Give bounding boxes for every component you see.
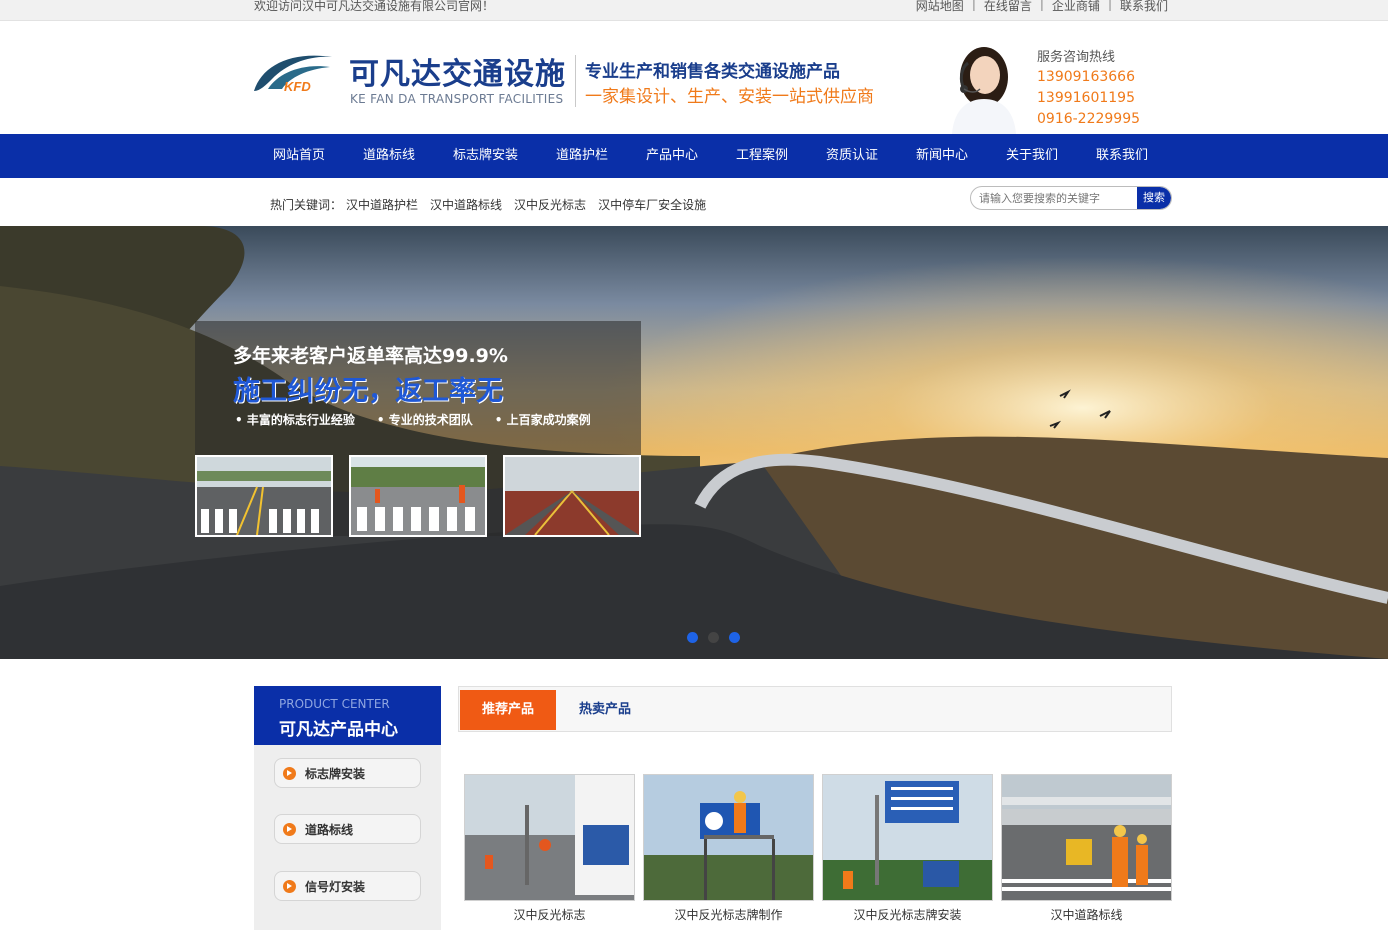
hero-banner[interactable]: 多年来老客户返单率高达99.9% 施工纠纷无，返工率无 • 丰富的标志行业经验 …	[0, 226, 1388, 659]
slogan-sub: 一家集设计、生产、安装一站式供应商	[585, 87, 874, 107]
nav-certification[interactable]: 资质认证	[807, 134, 897, 178]
promo-slogan: 施工纠纷无，返工率无	[233, 376, 503, 407]
product-caption[interactable]: 汉中反光标志	[464, 906, 635, 923]
hotline-block: 服务咨询热线 13909163666 13991601195 0916-2229…	[1037, 46, 1140, 130]
nav-road-marking[interactable]: 道路标线	[344, 134, 434, 178]
search-input[interactable]	[971, 187, 1137, 209]
slider-dot-active[interactable]	[708, 632, 719, 643]
product-center-en: PRODUCT CENTER	[279, 697, 390, 711]
svg-text:KFD: KFD	[284, 79, 311, 94]
product-tabs: 推荐产品 热卖产品	[458, 686, 1172, 732]
nav-products[interactable]: 产品中心	[627, 134, 717, 178]
keyword-link[interactable]: 汉中道路护栏	[346, 196, 418, 213]
product-image[interactable]	[643, 774, 814, 901]
nav-guardrail[interactable]: 道路护栏	[537, 134, 627, 178]
promo-bullets: • 丰富的标志行业经验 • 专业的技术团队 • 上百家成功案例	[235, 411, 613, 428]
main-nav: 网站首页 道路标线 标志牌安装 道路护栏 产品中心 工程案例 资质认证 新闻中心…	[0, 134, 1388, 178]
keyword-link[interactable]: 汉中道路标线	[430, 196, 502, 213]
tab-hot[interactable]: 热卖产品	[565, 690, 645, 730]
category-label: 信号灯安装	[305, 880, 366, 894]
separator: |	[971, 0, 976, 11]
sitemap-link[interactable]: 网站地图	[916, 0, 964, 14]
promo-bullet: • 丰富的标志行业经验	[235, 413, 355, 427]
top-links: 网站地图 | 在线留言 | 企业商铺 | 联系我们	[916, 0, 1168, 14]
hot-keywords: 热门关键词： 汉中道路护栏 汉中道路标线 汉中反光标志 汉中停车厂安全设施	[270, 196, 706, 213]
welcome-text: 欢迎访问汉中可凡达交通设施有限公司官网！	[254, 0, 495, 13]
product-card[interactable]: 汉中反光标志牌安装	[822, 774, 993, 923]
product-grid: 汉中反光标志 汉中反光标志牌制作 汉中反光标志牌安装 汉中道路标线	[464, 774, 1180, 923]
logo-subtitle: KE FAN DA TRANSPORT FACILITIES	[350, 92, 564, 106]
banner-thumb	[503, 455, 641, 537]
hotline-number: 13991601195	[1037, 90, 1135, 106]
nav-news[interactable]: 新闻中心	[897, 134, 987, 178]
nav-cases[interactable]: 工程案例	[717, 134, 807, 178]
keyword-link[interactable]: 汉中反光标志	[514, 196, 586, 213]
product-card[interactable]: 汉中道路标线	[1001, 774, 1172, 923]
search-button[interactable]: 搜索	[1137, 187, 1171, 209]
slider-dot[interactable]	[729, 632, 740, 643]
nav-sign-install[interactable]: 标志牌安装	[434, 134, 537, 178]
promo-bullet: • 专业的技术团队	[376, 413, 473, 427]
play-arrow-icon	[283, 823, 296, 836]
site-header: KFD 可凡达交通设施 KE FAN DA TRANSPORT FACILITI…	[0, 21, 1388, 134]
category-signal-install[interactable]: 信号灯安装	[274, 871, 421, 901]
play-arrow-icon	[283, 767, 296, 780]
product-caption[interactable]: 汉中道路标线	[1001, 906, 1172, 923]
banner-thumb	[195, 455, 333, 537]
product-card[interactable]: 汉中反光标志牌制作	[643, 774, 814, 923]
slider-dot[interactable]	[687, 632, 698, 643]
slogan-main: 专业生产和销售各类交通设施产品	[585, 62, 840, 82]
hotline-number: 13909163666	[1037, 69, 1135, 85]
category-sign-install[interactable]: 标志牌安装	[274, 758, 421, 788]
hotline-title: 服务咨询热线	[1037, 50, 1116, 65]
promo-bullet: • 上百家成功案例	[494, 413, 591, 427]
nav-about[interactable]: 关于我们	[987, 134, 1077, 178]
slider-dots	[687, 632, 750, 643]
category-road-marking[interactable]: 道路标线	[274, 814, 421, 844]
header-divider	[575, 55, 576, 107]
product-card[interactable]: 汉中反光标志	[464, 774, 635, 923]
customer-service-image	[938, 35, 1030, 134]
banner-thumb	[349, 455, 487, 537]
category-label: 道路标线	[305, 823, 354, 837]
banner-thumbnails	[195, 455, 657, 537]
product-caption[interactable]: 汉中反光标志牌制作	[643, 906, 814, 923]
top-bar: 欢迎访问汉中可凡达交通设施有限公司官网！ 网站地图 | 在线留言 | 企业商铺 …	[0, 0, 1388, 21]
nav-contact[interactable]: 联系我们	[1077, 134, 1167, 178]
shop-link[interactable]: 企业商铺	[1052, 0, 1100, 14]
separator: |	[1039, 0, 1044, 11]
nav-home[interactable]: 网站首页	[254, 134, 344, 178]
hotline-number: 0916-2229995	[1037, 111, 1141, 127]
promo-headline: 多年来老客户返单率高达99.9%	[233, 345, 508, 367]
product-image[interactable]	[822, 774, 993, 901]
search-row: 热门关键词： 汉中道路护栏 汉中道路标线 汉中反光标志 汉中停车厂安全设施	[0, 178, 1388, 226]
product-center-sidebar: PRODUCT CENTER 可凡达产品中心 标志牌安装 道路标线 信号灯安装	[254, 686, 441, 930]
product-image[interactable]	[1001, 774, 1172, 901]
separator: |	[1107, 0, 1112, 11]
tab-recommended[interactable]: 推荐产品	[460, 690, 556, 730]
contact-link[interactable]: 联系我们	[1120, 0, 1168, 14]
product-image[interactable]	[464, 774, 635, 901]
message-link[interactable]: 在线留言	[984, 0, 1032, 14]
hot-label: 热门关键词：	[270, 198, 343, 212]
product-center-title: 可凡达产品中心	[279, 720, 398, 740]
product-center-header: PRODUCT CENTER 可凡达产品中心	[254, 686, 441, 745]
category-label: 标志牌安装	[305, 767, 366, 781]
play-arrow-icon	[283, 880, 296, 893]
keyword-link[interactable]: 汉中停车厂安全设施	[598, 196, 706, 213]
search-box: 搜索	[970, 186, 1172, 210]
product-caption[interactable]: 汉中反光标志牌安装	[822, 906, 993, 923]
logo-title[interactable]: 可凡达交通设施	[349, 49, 566, 93]
kfd-logo-icon[interactable]: KFD	[252, 45, 334, 95]
